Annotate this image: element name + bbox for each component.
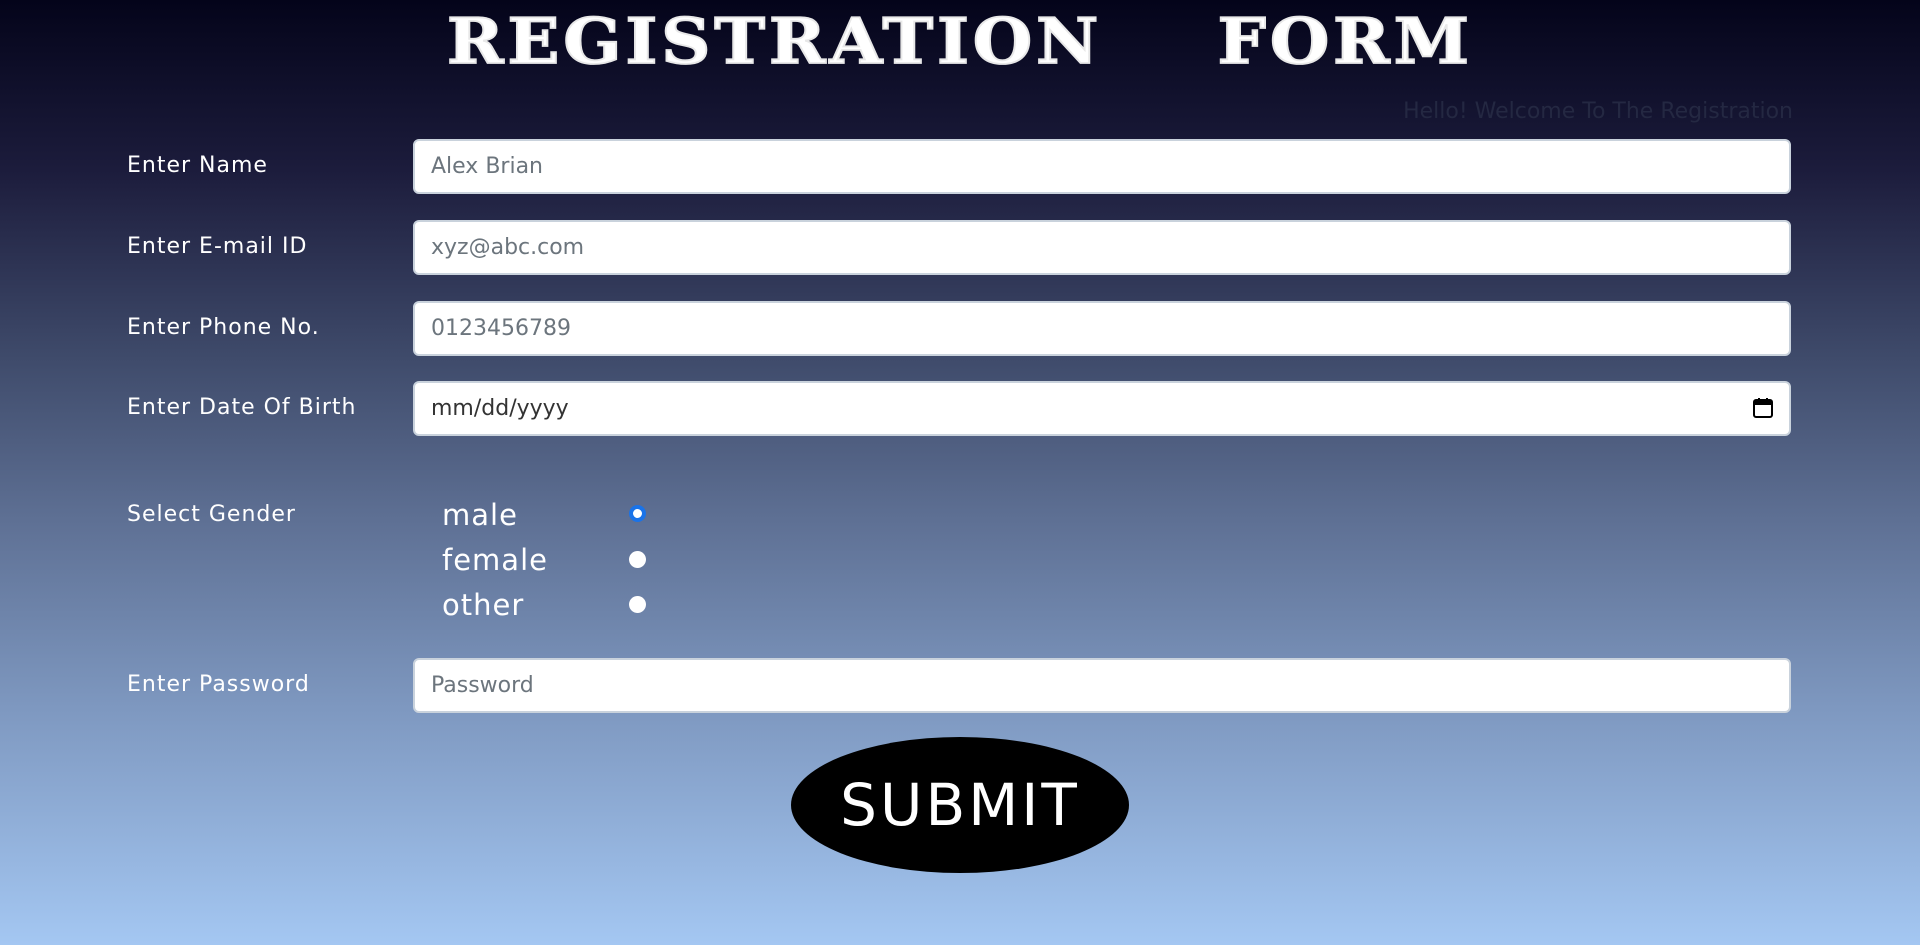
gender-option-other-label: other xyxy=(442,588,525,622)
email-label: Enter E-mail ID xyxy=(127,234,308,259)
dob-input[interactable]: mm/dd/yyyy xyxy=(413,381,1791,436)
page-title: REGISTRATION FORM xyxy=(446,4,1473,79)
gender-radio-female[interactable] xyxy=(629,551,646,568)
password-input[interactable] xyxy=(413,658,1791,713)
phone-label: Enter Phone No. xyxy=(127,315,320,340)
dob-label: Enter Date Of Birth xyxy=(127,395,357,420)
phone-input[interactable] xyxy=(413,301,1791,356)
calendar-icon[interactable] xyxy=(1751,396,1775,420)
name-label: Enter Name xyxy=(127,153,268,178)
gender-label: Select Gender xyxy=(127,502,296,527)
dob-placeholder: mm/dd/yyyy xyxy=(431,396,569,421)
gender-radio-other[interactable] xyxy=(629,596,646,613)
email-input[interactable] xyxy=(413,220,1791,275)
welcome-text: Hello! Welcome To The Registration xyxy=(1403,99,1793,124)
gender-option-female-label: female xyxy=(442,543,548,577)
name-input[interactable] xyxy=(413,139,1791,194)
submit-button[interactable]: SUBMIT xyxy=(791,737,1129,873)
password-label: Enter Password xyxy=(127,672,310,697)
gender-radio-male[interactable] xyxy=(629,505,646,522)
gender-option-male-label: male xyxy=(442,498,518,532)
